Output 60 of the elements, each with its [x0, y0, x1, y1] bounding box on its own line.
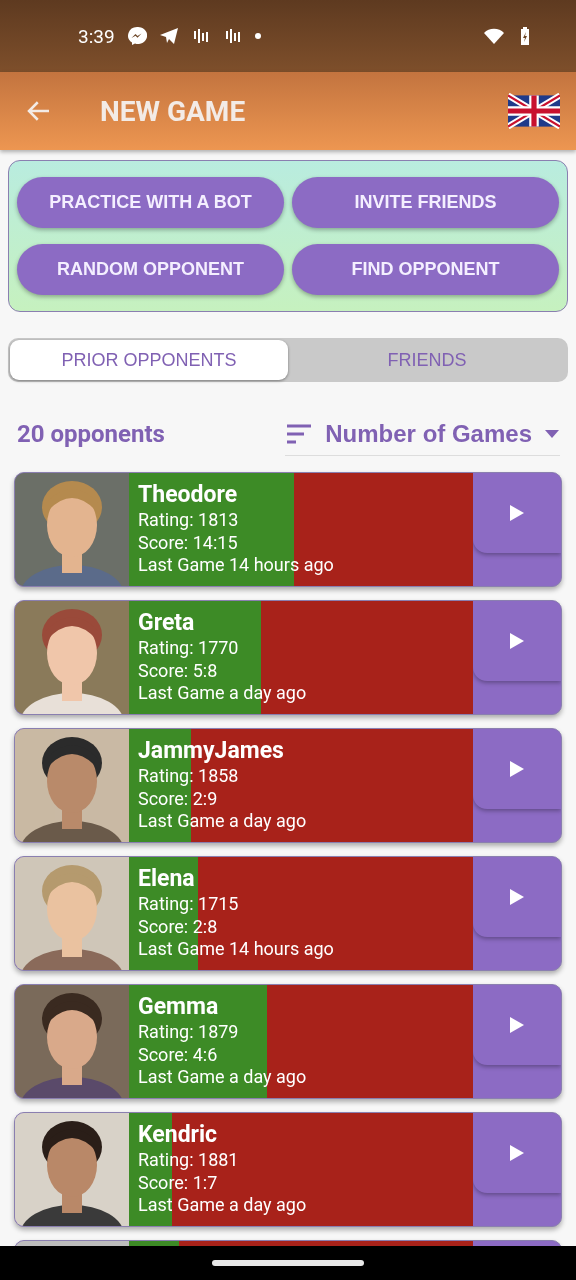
last-game-text: Last Game 14 hours ago: [138, 938, 335, 961]
sort-dropdown[interactable]: Number of Games: [285, 412, 560, 456]
dot-icon: [254, 33, 261, 39]
action-button[interactable]: RANDOM OPPONENT: [17, 244, 284, 295]
action-button[interactable]: PRACTICE WITH A BOT: [17, 177, 284, 228]
paper-plane-icon: [158, 26, 179, 46]
sort-icon: [285, 422, 314, 445]
score-text: Score: 1:7: [138, 1171, 219, 1194]
play-button[interactable]: [473, 857, 561, 937]
score-text: Score: 14:15: [138, 531, 239, 554]
rating-text: Rating: 1881: [138, 1149, 240, 1172]
last-game-text: Last Game a day ago: [138, 1194, 308, 1217]
score-text: Score: 2:8: [138, 915, 219, 938]
score-text: Score: 5:8: [138, 659, 219, 682]
opponent-name: Theodore: [138, 481, 239, 509]
action-button[interactable]: FIND OPPONENT: [292, 244, 559, 295]
play-button[interactable]: [473, 473, 561, 553]
opponent-card[interactable]: Elena Rating: 1715 Score: 2:8 Last Game 14 hours ago: [14, 856, 562, 971]
last-game-text: Last Game a day ago: [138, 810, 308, 833]
opponent-name: Kendric: [138, 1121, 219, 1149]
play-button[interactable]: [473, 601, 561, 681]
play-button[interactable]: [473, 1113, 561, 1193]
opponent-count: 20 opponents: [17, 420, 166, 448]
play-button[interactable]: [473, 729, 561, 809]
screen-title: NEW GAME: [100, 94, 246, 128]
flag-icon[interactable]: [508, 93, 560, 129]
opponent-name: Gemma: [138, 993, 220, 1021]
opponent-card[interactable]: Gemma Rating: 1879 Score: 4:6 Last Game a day ago: [14, 984, 562, 1099]
last-game-text: Last Game 14 hours ago: [138, 554, 335, 577]
last-game-text: Last Game a day ago: [138, 682, 308, 705]
score-text: Score: 4:6: [138, 1043, 219, 1066]
opponent-name: JammyJames: [138, 737, 285, 765]
play-icon: [509, 1016, 525, 1034]
wifi-icon: [484, 26, 504, 46]
play-icon: [509, 632, 525, 650]
rating-text: Rating: 1879: [138, 1021, 240, 1044]
opponent-card[interactable]: JammyJames Rating: 1858 Score: 2:9 Last Game a day ago: [14, 728, 562, 843]
rating-text: Rating: 1770: [138, 637, 240, 660]
play-button[interactable]: [473, 985, 561, 1065]
tab[interactable]: PRIOR OPPONENTS: [10, 340, 288, 380]
play-icon: [509, 888, 525, 906]
opponent-card[interactable]: Theodore Rating: 1813 Score: 14:15 Last Game 14 hours ago: [14, 472, 562, 587]
status-time: 3:39: [78, 24, 115, 48]
opponent-name: Elena: [138, 865, 196, 893]
rating-text: Rating: 1715: [138, 893, 240, 916]
opponent-card[interactable]: Kendric Rating: 1881 Score: 1:7 Last Game a day ago: [14, 1112, 562, 1227]
rating-text: Rating: 1858: [138, 765, 240, 788]
rating-text: Rating: 1813: [138, 509, 240, 532]
play-icon: [509, 760, 525, 778]
opponent-card[interactable]: Greta Rating: 1770 Score: 5:8 Last Game a day ago: [14, 600, 562, 715]
caret-icon: [544, 428, 560, 439]
play-icon: [509, 1144, 525, 1162]
tab[interactable]: FRIENDS: [288, 340, 566, 380]
last-game-text: Last Game a day ago: [138, 1066, 308, 1089]
score-text: Score: 2:9: [138, 787, 219, 810]
messenger-icon: [126, 26, 147, 46]
action-button[interactable]: INVITE FRIENDS: [292, 177, 559, 228]
home-indicator[interactable]: [212, 1260, 364, 1266]
opponent-name: Greta: [138, 609, 196, 637]
play-icon: [509, 504, 525, 522]
